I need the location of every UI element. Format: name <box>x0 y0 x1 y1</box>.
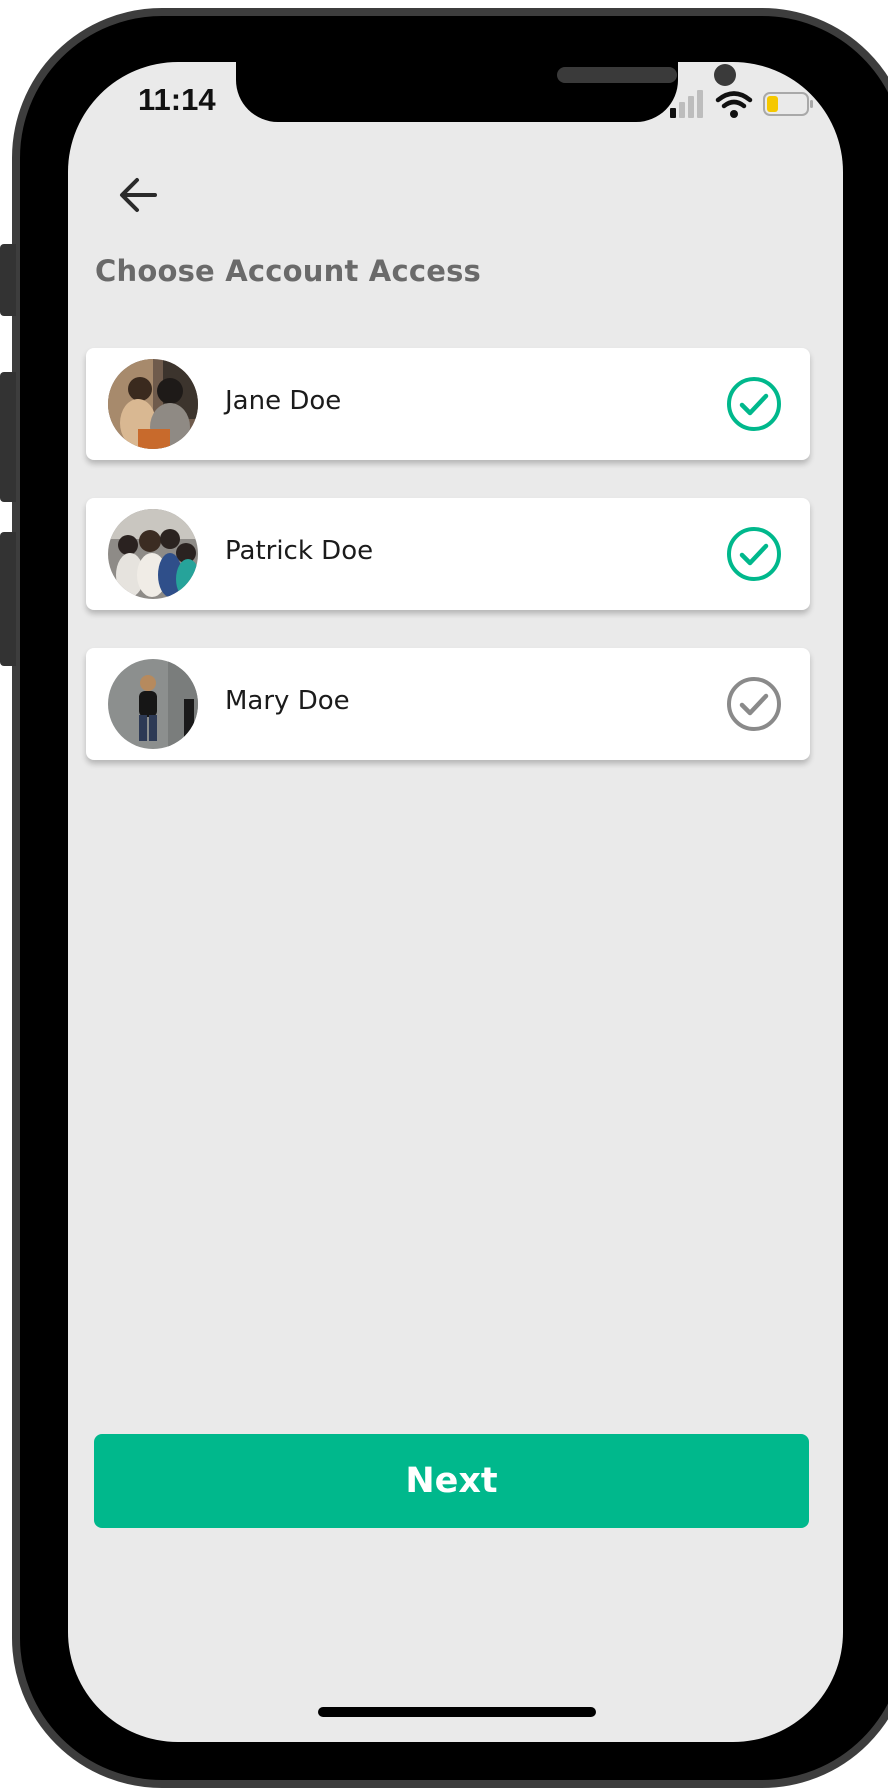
account-name: Patrick Doe <box>225 536 374 566</box>
avatar <box>108 509 198 599</box>
notch <box>236 62 736 122</box>
check-circle-icon[interactable] <box>726 376 782 432</box>
speaker <box>557 67 677 83</box>
account-card-jane-doe[interactable]: Jane Doe <box>86 348 810 460</box>
account-list: Jane Doe Patrick Doe Mary Doe <box>86 348 810 798</box>
avatar <box>108 359 198 449</box>
wifi-icon <box>715 91 753 118</box>
check-circle-icon[interactable] <box>726 676 782 732</box>
front-camera <box>714 64 736 86</box>
volume-up-button <box>0 372 16 502</box>
account-name: Jane Doe <box>225 386 342 416</box>
avatar <box>108 659 198 749</box>
mute-switch <box>0 244 16 316</box>
check-circle-icon[interactable] <box>726 526 782 582</box>
account-card-mary-doe[interactable]: Mary Doe <box>86 648 810 760</box>
arrow-left-icon <box>120 178 157 212</box>
battery-low-icon <box>763 92 813 116</box>
status-time: 11:14 <box>138 82 216 117</box>
home-indicator <box>318 1707 596 1717</box>
cellular-signal-icon <box>670 90 703 118</box>
next-button[interactable]: Next <box>94 1434 809 1528</box>
screen: 11:14 Choose Account Access Jane Doe Pat… <box>68 62 843 1742</box>
back-button[interactable] <box>108 162 168 222</box>
account-name: Mary Doe <box>225 686 350 716</box>
volume-down-button <box>0 532 16 666</box>
status-icons <box>668 86 818 122</box>
account-card-patrick-doe[interactable]: Patrick Doe <box>86 498 810 610</box>
page-title: Choose Account Access <box>95 254 482 288</box>
